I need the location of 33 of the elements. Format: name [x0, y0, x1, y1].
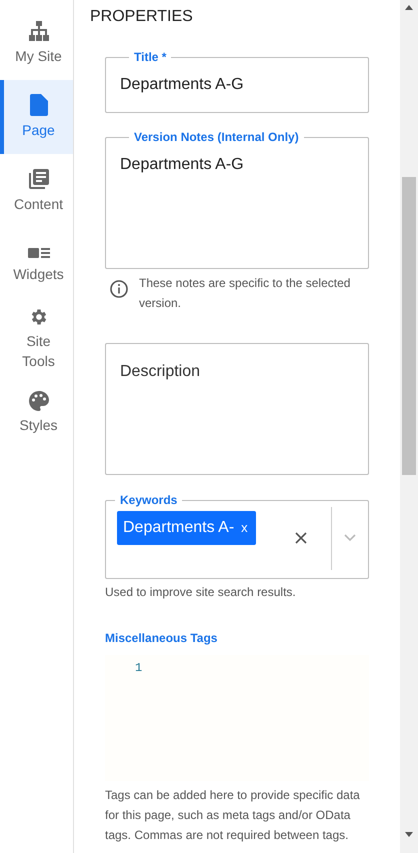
document-icon	[30, 94, 48, 116]
scroll-down-icon[interactable]	[405, 832, 413, 837]
version-note: These notes are specific to the selected version.	[139, 275, 352, 312]
scrollbar[interactable]	[400, 0, 418, 853]
sidebar-item[interactable]: Widgets	[0, 228, 73, 302]
line-number: 1	[135, 660, 142, 677]
keyword-chip: Departments A- x	[117, 511, 256, 545]
sitemap-icon	[28, 20, 50, 42]
sidebar-item[interactable]: Content	[0, 154, 73, 228]
tags-help: Tags can be added here to provide specific data for this page, such as meta tags and/or OData tags. Commas are not required between tags.	[105, 787, 361, 844]
sidebar-item[interactable]: My Site	[0, 6, 73, 80]
title-field[interactable]: Title * Departments A-G	[105, 49, 369, 113]
panel-heading: PROPERTIES	[90, 7, 194, 27]
sidebar-item[interactable]: Styles	[0, 376, 73, 450]
palette-icon	[28, 391, 48, 411]
keywords-field[interactable]: Keywords Departments A- x	[105, 492, 369, 579]
sidebar-item[interactable]: Page	[0, 80, 73, 154]
field-label: Keywords	[119, 492, 178, 508]
documents-icon	[28, 168, 50, 190]
image-list-icon	[28, 246, 50, 260]
clear-icon[interactable]	[295, 532, 307, 544]
version-notes-field[interactable]: Version Notes (Internal Only) Departments A-G	[105, 129, 369, 269]
keywords-help: Used to improve site search results.	[105, 584, 297, 601]
info-icon	[109, 279, 129, 299]
description-field[interactable]: Description	[105, 343, 369, 475]
scrollbar-thumb[interactable]	[402, 177, 416, 475]
remove-chip-button[interactable]: x	[241, 518, 248, 538]
code-editor[interactable]: 1	[105, 655, 369, 781]
field-label: Title *	[133, 49, 168, 65]
scroll-up-icon[interactable]	[405, 5, 413, 10]
section-label: Miscellaneous Tags	[105, 630, 218, 647]
sidebar-item[interactable]: Site Tools	[0, 302, 73, 376]
field-label: Version Notes (Internal Only)	[133, 129, 300, 145]
